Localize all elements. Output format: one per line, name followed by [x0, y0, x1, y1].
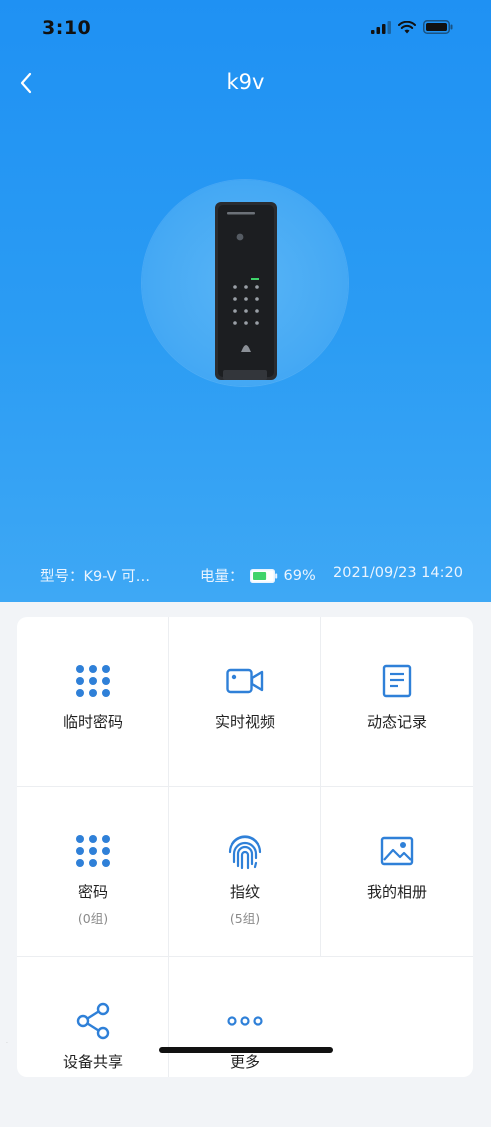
battery-info: 电量： 69% [200, 565, 316, 586]
temp-password-label: 临时密码 [62, 713, 123, 731]
password-label: 密码 [77, 883, 108, 901]
last-update-time: 2021/09/23 14:20 [333, 565, 463, 581]
device-share-tile[interactable]: 设备共享 [17, 957, 169, 1127]
album-tile[interactable]: 我的相册 [321, 787, 473, 957]
watermark: · [6, 1040, 8, 1047]
smart-lock-image [215, 202, 277, 380]
cellular-signal-icon [371, 20, 391, 34]
image-icon [377, 831, 417, 871]
battery-status-icon [423, 20, 453, 34]
password-count: (0组) [77, 911, 109, 926]
fingerprint-icon [225, 831, 265, 871]
device-hero: 3:10 k9v 型号：K9-V 可… 电量： 69% 2021/09/23 1… [0, 0, 491, 602]
device-share-label: 设备共享 [62, 1053, 123, 1071]
activity-log-label: 动态记录 [366, 713, 427, 731]
more-label: 更多 [229, 1053, 260, 1071]
fingerprint-count: (5组) [229, 911, 261, 926]
function-panel: 临时密码 实时视频 动态记录 密码 (0组) 指纹 (5组) 我的相册 设备共享… [17, 617, 473, 1077]
more-icon [225, 1001, 265, 1041]
fingerprint-label: 指纹 [229, 883, 260, 901]
device-model: 型号：K9-V 可… [40, 569, 151, 585]
status-time: 3:10 [42, 17, 92, 39]
home-indicator[interactable] [159, 1047, 333, 1053]
battery-level-icon [249, 568, 277, 583]
battery-label: 电量： [200, 569, 244, 585]
status-icons [371, 20, 453, 34]
fingerprint-tile[interactable]: 指纹 (5组) [169, 787, 321, 957]
keypad-icon [73, 831, 113, 871]
activity-log-tile[interactable]: 动态记录 [321, 617, 473, 787]
wifi-icon [398, 20, 416, 33]
temp-password-tile[interactable]: 临时密码 [17, 617, 169, 787]
password-tile[interactable]: 密码 (0组) [17, 787, 169, 957]
page-title: k9v [226, 70, 265, 94]
live-video-label: 实时视频 [214, 713, 275, 731]
video-camera-icon [225, 661, 265, 701]
battery-percent: 69% [283, 567, 316, 584]
device-info-bar: 型号：K9-V 可… 电量： 69% 2021/09/23 14:20 [0, 565, 491, 589]
more-tile[interactable]: 更多 [169, 957, 321, 1127]
album-label: 我的相册 [366, 883, 427, 901]
share-icon [73, 1001, 113, 1041]
status-bar: 3:10 [0, 0, 491, 58]
dots-grid-icon [73, 661, 113, 701]
live-video-tile[interactable]: 实时视频 [169, 617, 321, 787]
document-icon [377, 661, 417, 701]
